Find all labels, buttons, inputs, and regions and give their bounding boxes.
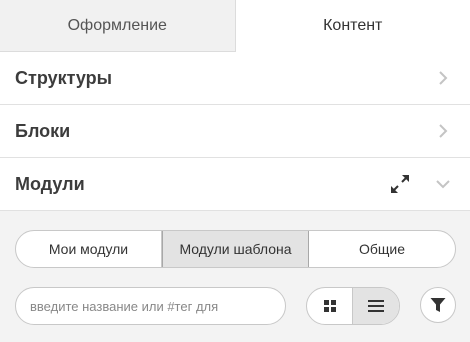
grid-view-button[interactable] bbox=[307, 288, 353, 324]
modules-panel: Мои модули Модули шаблона Общие bbox=[0, 211, 470, 342]
chevron-down-icon[interactable] bbox=[436, 177, 450, 191]
section-structures[interactable]: Структуры bbox=[0, 52, 470, 105]
list-view-button[interactable] bbox=[353, 288, 399, 324]
grid-icon bbox=[323, 300, 336, 312]
section-title: Модули bbox=[15, 173, 85, 194]
filter-button[interactable] bbox=[420, 287, 456, 323]
module-source-switch: Мои модули Модули шаблона Общие bbox=[15, 230, 456, 268]
segment-my-modules[interactable]: Мои модули bbox=[16, 231, 162, 267]
tab-bar: Оформление Контент bbox=[0, 0, 470, 52]
filter-icon bbox=[430, 298, 446, 312]
chevron-right-icon bbox=[439, 124, 448, 138]
section-title: Структуры bbox=[15, 67, 112, 88]
view-toggle bbox=[306, 287, 400, 325]
segment-common[interactable]: Общие bbox=[309, 231, 455, 267]
tab-design[interactable]: Оформление bbox=[0, 0, 236, 52]
section-blocks[interactable]: Блоки bbox=[0, 105, 470, 158]
expand-icon[interactable] bbox=[388, 172, 412, 196]
segment-template-modules[interactable]: Модули шаблона bbox=[162, 231, 309, 267]
section-modules[interactable]: Модули bbox=[0, 158, 470, 211]
section-title: Блоки bbox=[15, 120, 71, 141]
list-icon bbox=[368, 300, 384, 312]
module-search-input[interactable] bbox=[15, 287, 286, 325]
tab-content[interactable]: Контент bbox=[235, 0, 470, 52]
chevron-right-icon bbox=[439, 71, 448, 85]
